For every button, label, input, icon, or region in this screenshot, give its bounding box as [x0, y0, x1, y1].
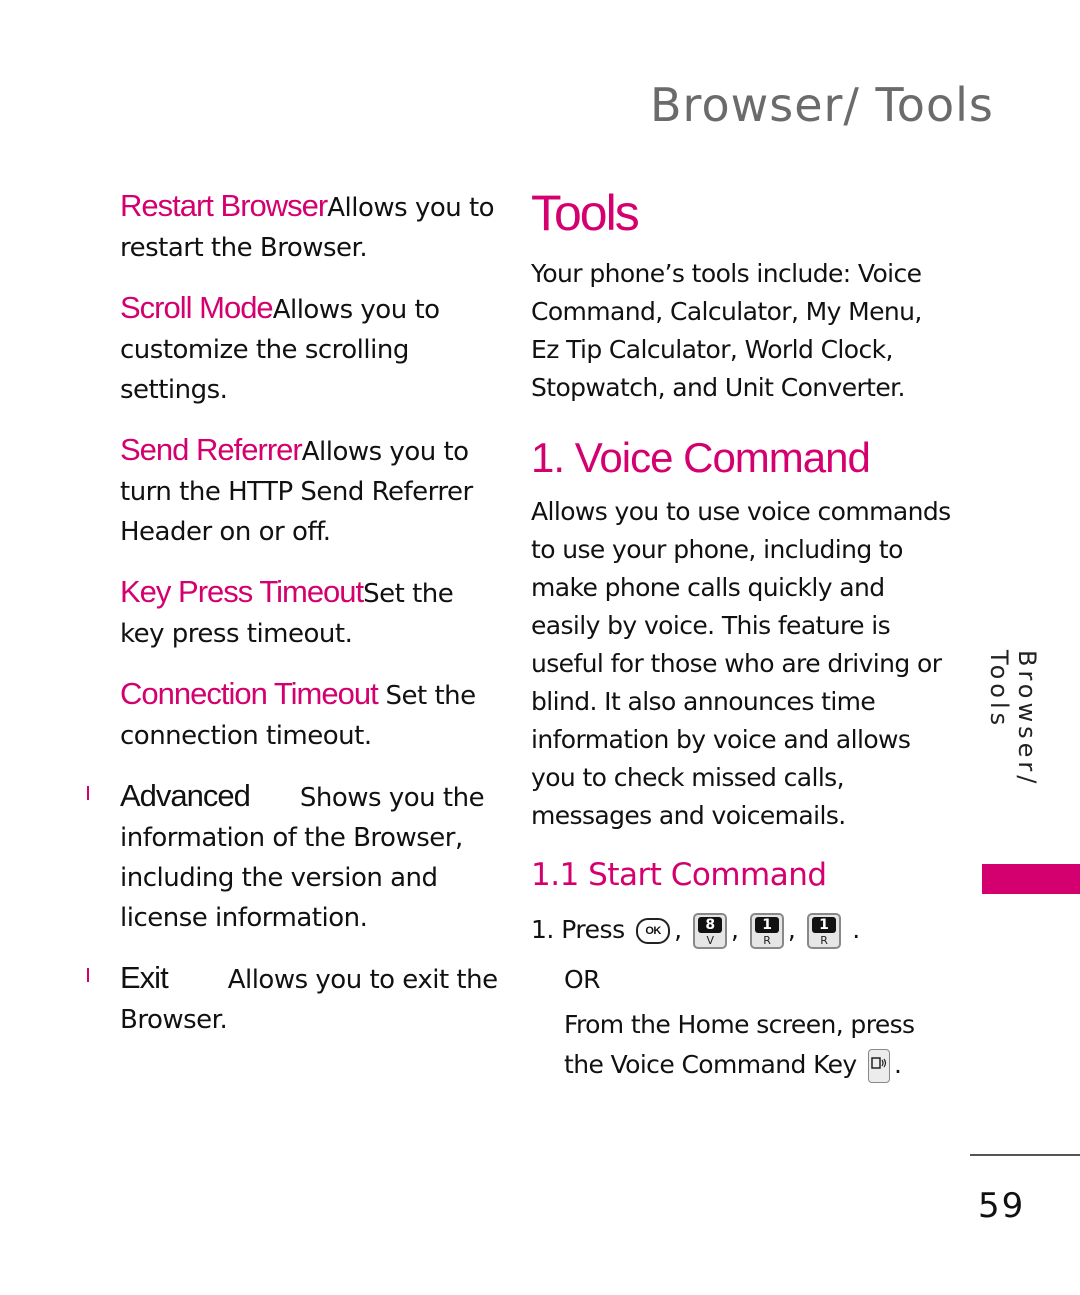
alt-instruction: From the Home screen, press the Voice Co…	[531, 1005, 951, 1085]
desc-first: Allows you to	[301, 437, 469, 467]
key-digit: 8	[697, 917, 722, 933]
term-connection-timeout: Connection Timeout	[120, 676, 379, 711]
term-advanced: Advanced	[120, 778, 251, 813]
separator: ,	[787, 915, 796, 944]
ok-key-icon: OK	[636, 918, 671, 944]
term-send-referrer: Send Referrer	[120, 432, 303, 467]
alt-line-2: the Voice Command Key	[564, 1050, 857, 1079]
key-digit: 1	[754, 917, 779, 933]
item-restart-browser: Restart BrowserAllows you to restart the…	[120, 186, 500, 268]
desc-first: Allows you to	[272, 295, 440, 325]
desc-first: Allows you to exit the	[227, 965, 498, 995]
bullet-marker-icon	[87, 786, 89, 800]
key-1-icon: 1R	[806, 913, 841, 949]
section-title: Tools	[531, 185, 640, 241]
key-digit: 1	[811, 917, 836, 933]
page-number: 59	[978, 1186, 1026, 1226]
voice-command-key-icon	[867, 1049, 890, 1083]
item-send-referrer: Send ReferrerAllows you to turn the HTTP…	[120, 430, 500, 552]
item-scroll-mode: Scroll ModeAllows you to customize the s…	[120, 288, 500, 410]
key-letter: V	[706, 934, 714, 947]
alt-line-1: From the Home screen, press	[564, 1010, 915, 1039]
voice-command-description: Allows you to use voice commands to use …	[531, 497, 951, 830]
step-prefix: 1. Press	[531, 915, 625, 944]
footer-divider	[970, 1154, 1080, 1156]
side-tab-marker	[982, 864, 1080, 894]
period: .	[893, 1050, 902, 1079]
term-restart-browser: Restart Browser	[120, 188, 328, 223]
left-column: Restart BrowserAllows you to restart the…	[87, 186, 500, 1060]
page-header-title: Browser/ Tools	[650, 78, 994, 132]
desc-first: Set the	[385, 681, 476, 711]
bullet-exit: Exit Allows you to exit the Browser.	[87, 958, 500, 1040]
side-tab-label: Browser/ Tools	[985, 650, 1041, 850]
or-text: OR	[564, 965, 601, 994]
desc-rest: customize the scrolling settings.	[120, 335, 409, 405]
desc-first: Allows you to	[327, 193, 495, 223]
tools-intro: Your phone’s tools include: Voice Comman…	[531, 259, 922, 402]
desc-first: Shows you the	[299, 783, 485, 813]
term-key-press-timeout: Key Press Timeout	[120, 574, 364, 609]
side-tab-text: Browser/ Tools	[985, 650, 1041, 788]
desc-rest: connection timeout.	[120, 721, 372, 751]
term-scroll-mode: Scroll Mode	[120, 290, 274, 325]
key-8-icon: 8V	[692, 913, 727, 949]
desc-rest: information of the Browser, including th…	[120, 823, 463, 933]
key-1-icon: 1R	[749, 913, 784, 949]
period: .	[852, 915, 860, 944]
bullet-advanced: Advanced Shows you the information of the…	[87, 776, 500, 938]
term-exit: Exit	[120, 960, 169, 995]
bullet-marker-icon	[87, 968, 89, 982]
step-1: 1. Press OK, 8V, 1R, 1R .	[531, 905, 951, 955]
item-connection-timeout: Connection Timeout Set the connection ti…	[120, 674, 500, 756]
key-letter: R	[763, 934, 771, 947]
desc-rest: restart the Browser.	[120, 233, 368, 263]
desc-rest: key press timeout.	[120, 619, 353, 649]
subsection-title: 1. Voice Command	[531, 434, 871, 481]
desc-first: Set the	[363, 579, 454, 609]
key-letter: R	[820, 934, 828, 947]
desc-rest: turn the HTTP Send Referrer Header on or…	[120, 477, 473, 547]
item-key-press-timeout: Key Press TimeoutSet the key press timeo…	[120, 572, 500, 654]
right-column: Tools Your phone’s tools include: Voice …	[531, 185, 951, 1085]
desc-rest: Browser.	[120, 1005, 228, 1035]
separator: ,	[730, 915, 739, 944]
subsubsection-title: 1.1 Start Command	[531, 857, 827, 893]
separator: ,	[674, 915, 682, 944]
